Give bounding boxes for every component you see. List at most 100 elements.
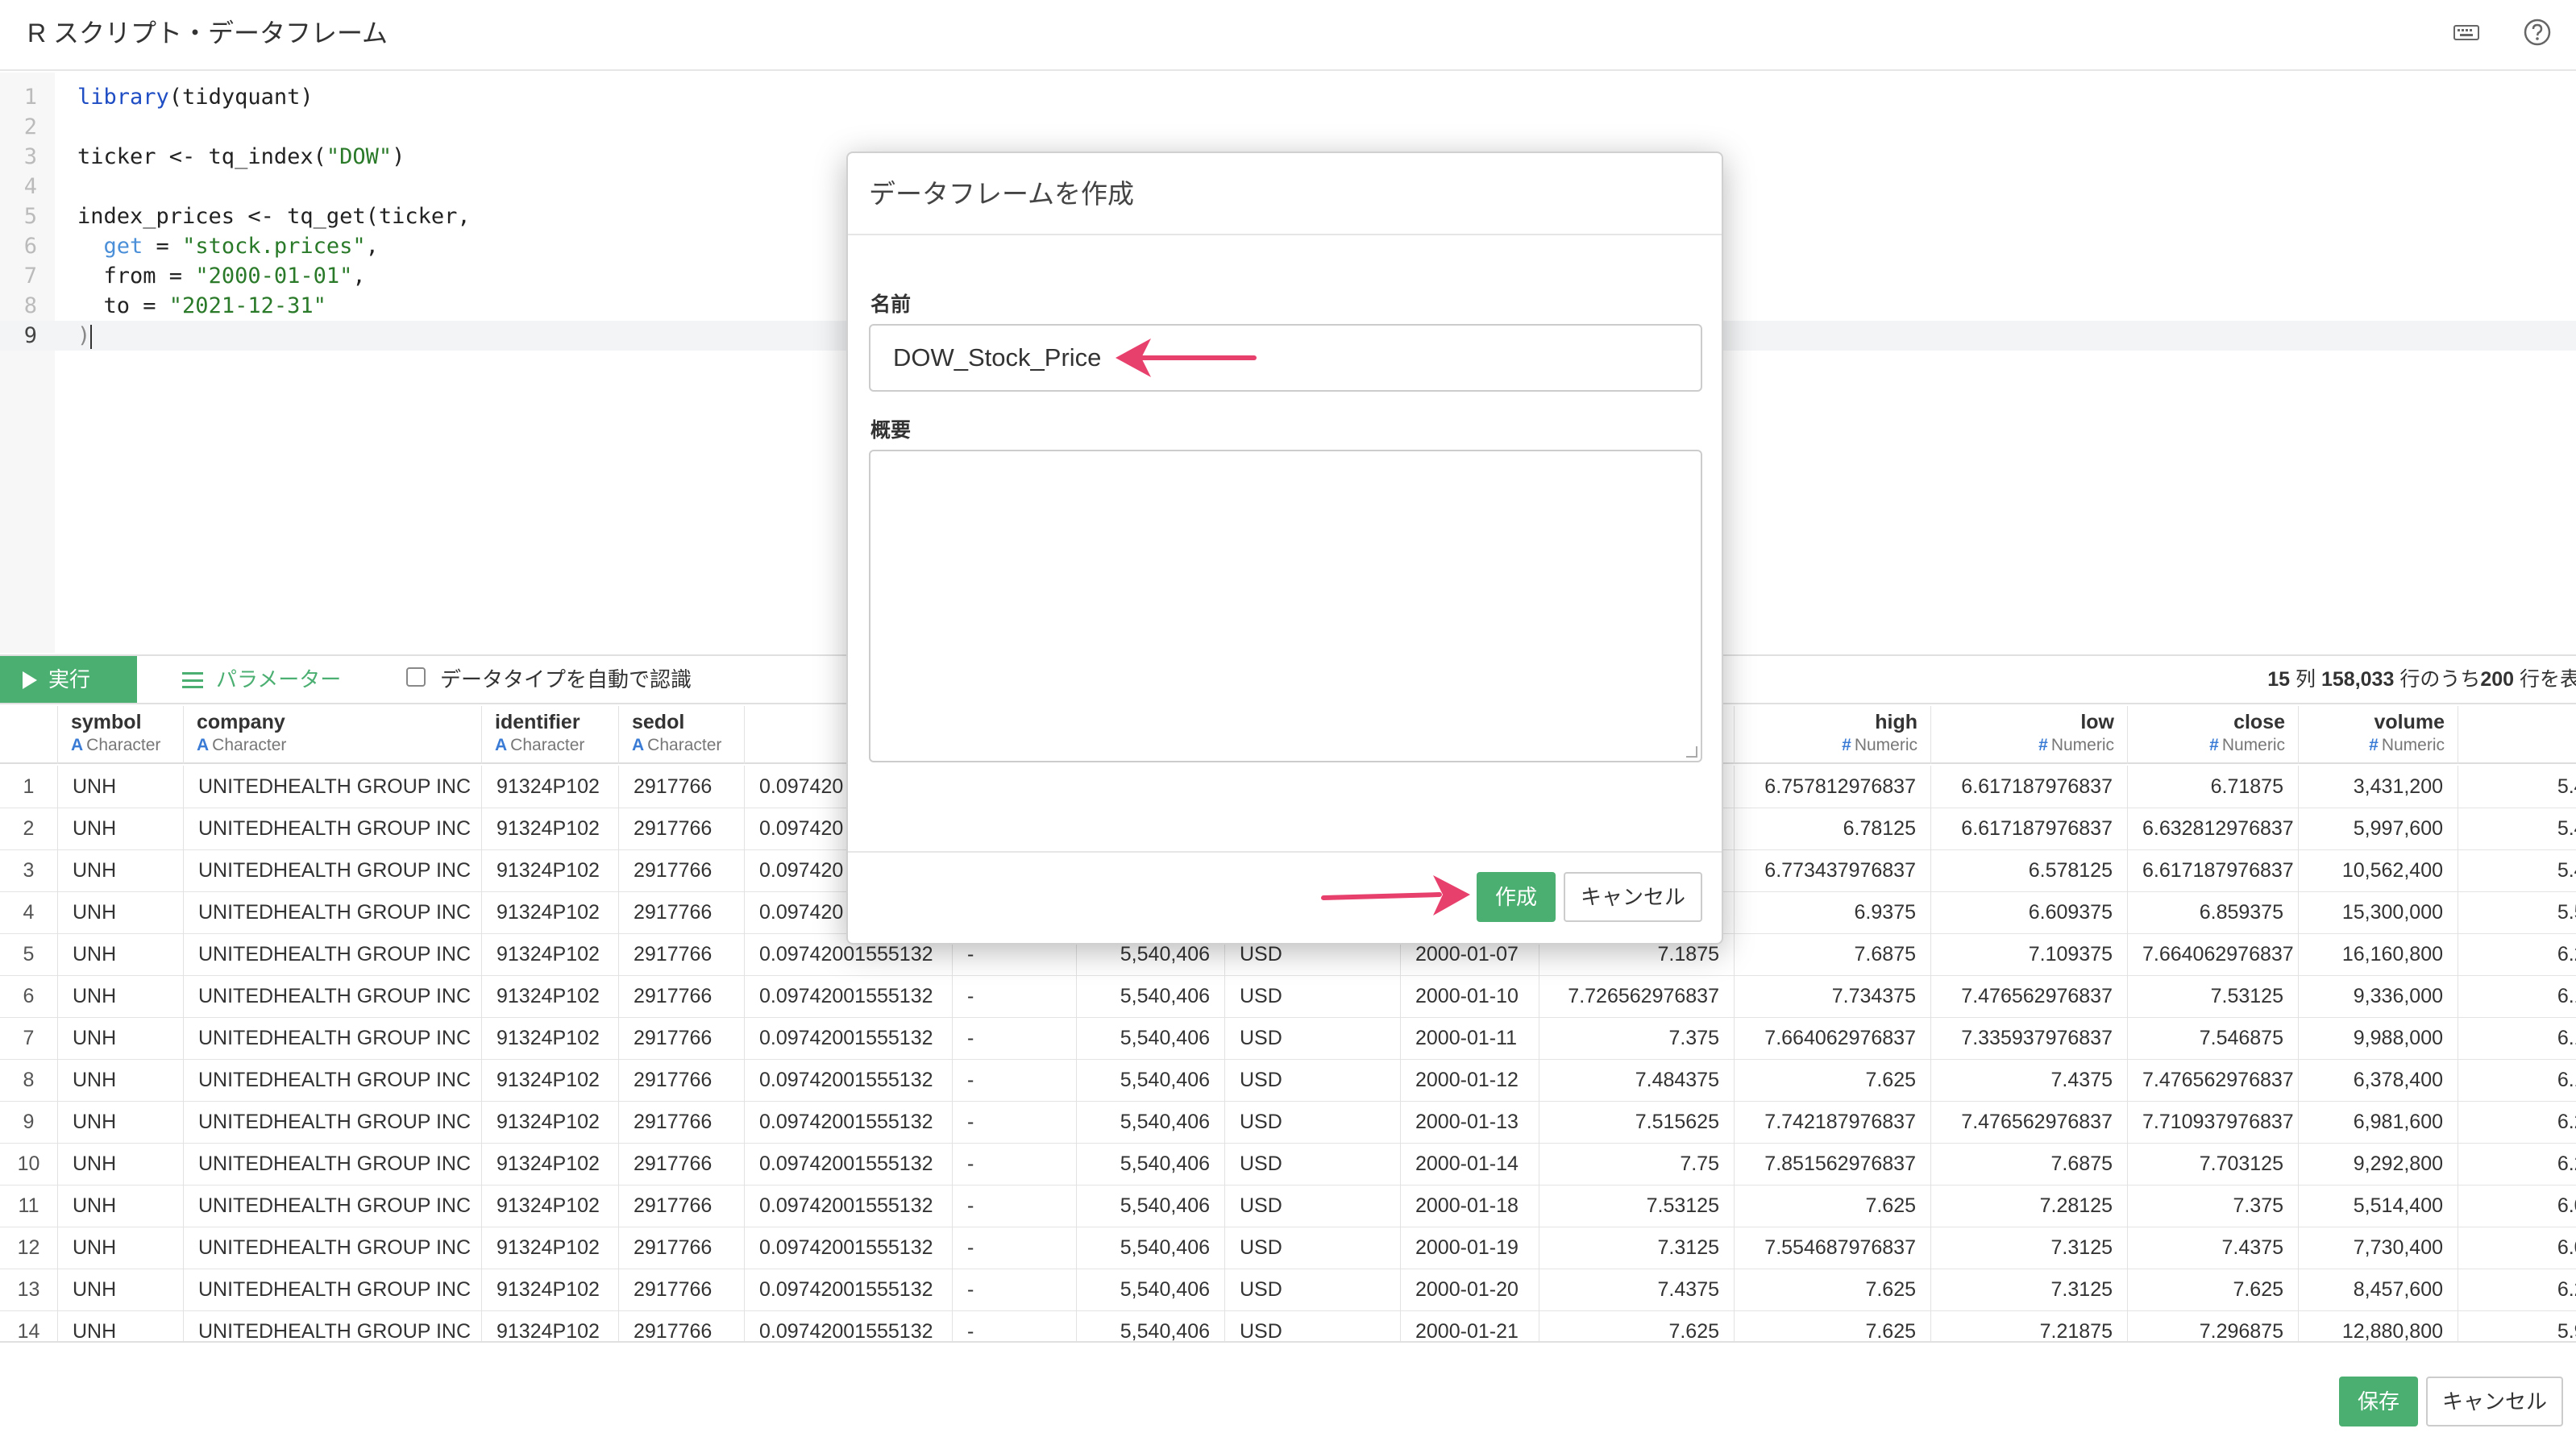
- table-cell[interactable]: UNITEDHEALTH GROUP INC: [184, 849, 482, 892]
- table-cell[interactable]: 6.2555624: [2458, 933, 2576, 976]
- table-cell[interactable]: 2917766: [619, 891, 745, 934]
- table-cell[interactable]: 6.632812976837: [2128, 808, 2299, 850]
- table-cell[interactable]: 91324P102: [482, 849, 619, 892]
- table-cell[interactable]: 6.1471586: [2458, 975, 2576, 1018]
- table-cell[interactable]: 2000-01-18: [1401, 1185, 1539, 1227]
- table-cell[interactable]: 7.4375: [1931, 1059, 2128, 1102]
- table-cell[interactable]: UNITEDHEALTH GROUP INC: [184, 766, 482, 808]
- auto-detect-type-checkbox[interactable]: [406, 667, 426, 687]
- table-cell[interactable]: 5,540,406: [1077, 1227, 1225, 1269]
- table-cell[interactable]: 2000-01-21: [1401, 1310, 1539, 1343]
- table-cell[interactable]: UNITEDHEALTH GROUP INC: [184, 1059, 482, 1102]
- table-cell[interactable]: 5,540,406: [1077, 1059, 1225, 1102]
- run-button[interactable]: 実行: [0, 656, 137, 703]
- table-cell[interactable]: 2917766: [619, 849, 745, 892]
- table-cell[interactable]: UNITEDHEALTH GROUP INC: [184, 975, 482, 1018]
- table-cell[interactable]: UNITEDHEALTH GROUP INC: [184, 1269, 482, 1311]
- table-cell[interactable]: 7.703125: [2128, 1143, 2299, 1186]
- table-cell[interactable]: USD: [1225, 1269, 1401, 1311]
- table-cell[interactable]: 7.710937976837: [2128, 1101, 2299, 1144]
- table-cell[interactable]: 6.2874431: [2458, 1143, 2576, 1186]
- table-cell[interactable]: 7.546875: [2128, 1017, 2299, 1060]
- table-cell[interactable]: 5.4010806: [2458, 849, 2576, 892]
- table-cell[interactable]: 6,981,600: [2299, 1101, 2458, 1144]
- table-cell[interactable]: 2000-01-12: [1401, 1059, 1539, 1102]
- column-header-company[interactable]: company A Character: [184, 706, 482, 764]
- table-cell[interactable]: 2000-01-19: [1401, 1227, 1539, 1269]
- table-row[interactable]: 11 UNH UNITEDHEALTH GROUP INC 91324P102 2917…: [0, 1185, 2576, 1227]
- table-cell[interactable]: 7.296875: [2128, 1310, 2299, 1343]
- table-cell[interactable]: 5,540,406: [1077, 1269, 1225, 1311]
- table-cell[interactable]: 7.3125: [1539, 1227, 1735, 1269]
- table-cell[interactable]: UNH: [58, 1101, 184, 1144]
- table-cell[interactable]: 7.4375: [1539, 1269, 1735, 1311]
- table-cell[interactable]: 7.625: [1735, 1059, 1931, 1102]
- table-cell[interactable]: 91324P102: [482, 1310, 619, 1343]
- table-cell[interactable]: 6.617187976837: [2128, 849, 2299, 892]
- table-cell[interactable]: 7.515625: [1539, 1101, 1735, 1144]
- table-cell[interactable]: 6.757812976837: [1735, 766, 1931, 808]
- table-cell[interactable]: 7.375: [2128, 1185, 2299, 1227]
- table-cell[interactable]: 6.617187976837: [1931, 766, 2128, 808]
- create-button[interactable]: 作成: [1477, 872, 1556, 922]
- table-cell[interactable]: 91324P102: [482, 975, 619, 1018]
- table-cell[interactable]: UNH: [58, 933, 184, 976]
- table-cell[interactable]: USD: [1225, 1185, 1401, 1227]
- table-cell[interactable]: 6.71875: [2128, 766, 2299, 808]
- table-cell[interactable]: 2917766: [619, 1227, 745, 1269]
- table-cell[interactable]: 7.625: [1735, 1310, 1931, 1343]
- table-cell[interactable]: UNITEDHEALTH GROUP INC: [184, 1017, 482, 1060]
- table-cell[interactable]: 6.2938203: [2458, 1101, 2576, 1144]
- table-cell[interactable]: 10,562,400: [2299, 849, 2458, 892]
- table-cell[interactable]: USD: [1225, 975, 1401, 1018]
- table-cell[interactable]: 7.734375: [1735, 975, 1931, 1018]
- table-cell[interactable]: 7.664062976837: [1735, 1017, 1931, 1060]
- table-cell[interactable]: USD: [1225, 1059, 1401, 1102]
- table-cell[interactable]: -: [953, 1059, 1077, 1102]
- column-header-identifier[interactable]: identifier A Character: [482, 706, 619, 764]
- table-cell[interactable]: -: [953, 1227, 1077, 1269]
- table-cell[interactable]: 12,880,800: [2299, 1310, 2458, 1343]
- table-cell[interactable]: 2917766: [619, 975, 745, 1018]
- table-cell[interactable]: 6.1025204: [2458, 1059, 2576, 1102]
- table-cell[interactable]: 0.09742001555132: [745, 1185, 953, 1227]
- table-cell[interactable]: 15,300,000: [2299, 891, 2458, 934]
- table-cell[interactable]: 5,514,400: [2299, 1185, 2458, 1227]
- table-cell[interactable]: 5.4138340: [2458, 808, 2576, 850]
- table-cell[interactable]: 5.5987615: [2458, 891, 2576, 934]
- table-cell[interactable]: 5,540,406: [1077, 1017, 1225, 1060]
- table-cell[interactable]: -: [953, 1143, 1077, 1186]
- column-header-close[interactable]: close # Numeric: [2128, 706, 2299, 764]
- table-cell[interactable]: -: [953, 1269, 1077, 1311]
- table-cell[interactable]: 2917766: [619, 1185, 745, 1227]
- table-cell[interactable]: 8,457,600: [2299, 1269, 2458, 1311]
- table-cell[interactable]: 9,292,800: [2299, 1143, 2458, 1186]
- table-cell[interactable]: 7.664062976837: [2128, 933, 2299, 976]
- table-cell[interactable]: 5,540,406: [1077, 1310, 1225, 1343]
- table-cell[interactable]: USD: [1225, 1143, 1401, 1186]
- table-cell[interactable]: UNITEDHEALTH GROUP INC: [184, 808, 482, 850]
- table-cell[interactable]: 9,988,000: [2299, 1017, 2458, 1060]
- table-cell[interactable]: UNH: [58, 766, 184, 808]
- table-cell[interactable]: UNITEDHEALTH GROUP INC: [184, 1185, 482, 1227]
- table-cell[interactable]: 6,378,400: [2299, 1059, 2458, 1102]
- column-header-symbol[interactable]: symbol A Character: [58, 706, 184, 764]
- save-button[interactable]: 保存: [2339, 1377, 2418, 1426]
- table-cell[interactable]: 6.859375: [2128, 891, 2299, 934]
- cancel-button[interactable]: キャンセル: [2426, 1377, 2563, 1426]
- table-cell[interactable]: 91324P102: [482, 1143, 619, 1186]
- table-cell[interactable]: 7.3125: [1931, 1227, 2128, 1269]
- table-cell[interactable]: 6.773437976837: [1735, 849, 1931, 892]
- table-cell[interactable]: 7.742187976837: [1735, 1101, 1931, 1144]
- table-cell[interactable]: 7.625: [1539, 1310, 1735, 1343]
- table-cell[interactable]: 5,540,406: [1077, 1185, 1225, 1227]
- table-cell[interactable]: 0.09742001555132: [745, 1269, 953, 1311]
- table-cell[interactable]: UNH: [58, 1059, 184, 1102]
- table-cell[interactable]: 91324P102: [482, 808, 619, 850]
- table-cell[interactable]: 2000-01-14: [1401, 1143, 1539, 1186]
- column-header-low[interactable]: low # Numeric: [1931, 706, 2128, 764]
- table-cell[interactable]: 6.1599102: [2458, 1017, 2576, 1060]
- table-row[interactable]: 8 UNH UNITEDHEALTH GROUP INC 91324P102 29177…: [0, 1059, 2576, 1102]
- table-cell[interactable]: 7.625: [1735, 1269, 1931, 1311]
- table-cell[interactable]: 0.09742001555132: [745, 1310, 953, 1343]
